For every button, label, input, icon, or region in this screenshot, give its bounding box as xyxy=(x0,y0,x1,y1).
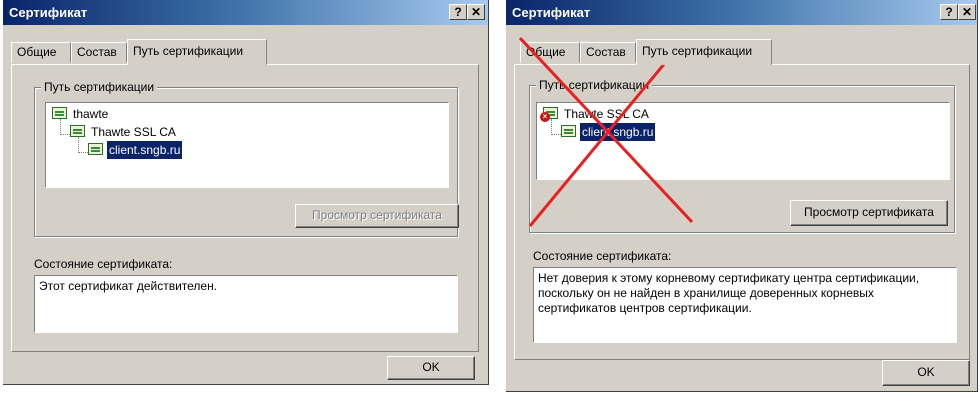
certificate-icon xyxy=(70,125,85,137)
certification-path-group: Путь сертификации × Thawte SSL CA client… xyxy=(529,78,955,233)
certificate-dialog-untrusted: Сертификат ? ✕ Общие Состав Путь сертифи… xyxy=(506,0,978,392)
title-bar[interactable]: Сертификат ? ✕ xyxy=(3,0,488,25)
certificate-icon xyxy=(52,107,67,119)
error-icon: × xyxy=(540,112,550,122)
view-certificate-button[interactable]: Просмотр сертификата xyxy=(295,204,459,228)
certificate-dialog-valid: Сертификат ? ✕ Общие Состав Путь сертифи… xyxy=(3,0,489,385)
group-label: Путь сертификации xyxy=(41,80,158,94)
tab-details[interactable]: Состав xyxy=(71,42,127,63)
status-label: Состояние сертификата: xyxy=(533,249,672,263)
certificate-tree[interactable]: thawte Thawte SSL CA client.sngb.ru xyxy=(45,102,449,188)
status-label: Состояние сертификата: xyxy=(34,257,173,271)
window-title: Сертификат xyxy=(512,5,591,20)
view-certificate-button[interactable]: Просмотр сертификата xyxy=(790,200,948,226)
close-button[interactable]: ✕ xyxy=(467,4,485,20)
certification-path-group: Путь сертификации thawte Thawte SSL CA c… xyxy=(34,80,459,237)
certificate-icon xyxy=(88,143,103,155)
certificate-icon xyxy=(561,125,576,137)
tab-panel: Путь сертификации thawte Thawte SSL CA c… xyxy=(11,64,479,352)
tab-panel: Путь сертификации × Thawte SSL CA client… xyxy=(514,64,970,360)
ok-button[interactable]: OK xyxy=(882,360,970,386)
certificate-tree[interactable]: × Thawte SSL CA client.sngb.ru xyxy=(536,102,950,180)
group-label: Путь сертификации xyxy=(536,78,653,92)
window-title: Сертификат xyxy=(9,5,88,20)
help-button[interactable]: ? xyxy=(449,4,467,20)
status-text-box[interactable]: Этот сертификат действителен. xyxy=(34,275,458,333)
tab-general[interactable]: Общие xyxy=(11,42,71,63)
title-bar[interactable]: Сертификат ? ✕ xyxy=(506,0,977,25)
tab-details[interactable]: Состав xyxy=(580,42,636,63)
status-text-box[interactable]: Нет доверия к этому корневому сертификат… xyxy=(533,267,957,343)
close-button[interactable]: ✕ xyxy=(958,4,976,20)
tab-certification-path[interactable]: Путь сертификации xyxy=(636,39,772,65)
ok-button[interactable]: OK xyxy=(387,356,475,380)
tab-general[interactable]: Общие xyxy=(520,42,580,63)
tab-certification-path[interactable]: Путь сертификации xyxy=(127,39,267,65)
help-button[interactable]: ? xyxy=(940,4,958,20)
